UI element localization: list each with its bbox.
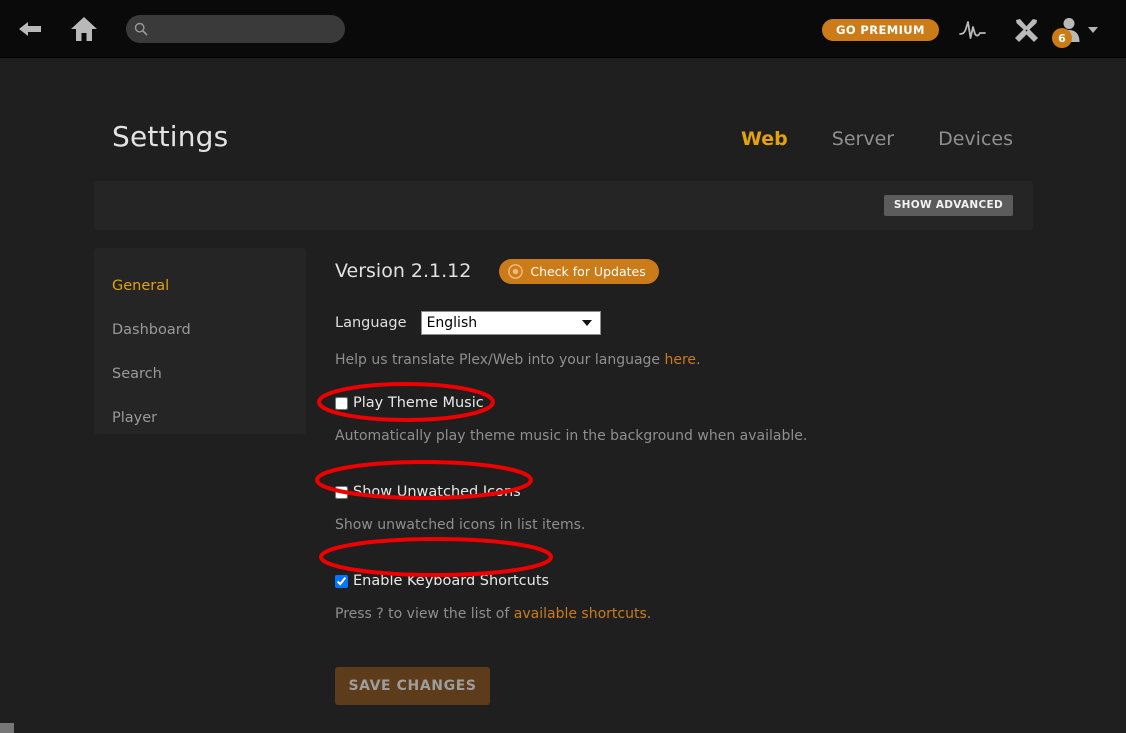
sidebar-item-dashboard[interactable]: Dashboard: [94, 308, 306, 352]
enable-keyboard-shortcuts-label[interactable]: Enable Keyboard Shortcuts: [353, 573, 549, 589]
back-button[interactable]: [14, 14, 46, 44]
horizontal-scrollbar-thumb[interactable]: [0, 723, 14, 733]
home-button[interactable]: [67, 12, 101, 46]
check-for-updates-label: Check for Updates: [530, 263, 646, 279]
option-row-enable-keyboard-shortcuts: Enable Keyboard Shortcuts: [335, 573, 1035, 589]
arrow-left-icon: [19, 22, 41, 36]
available-shortcuts-link[interactable]: available shortcuts: [514, 606, 647, 622]
version-label: Version 2.1.12: [335, 260, 472, 282]
chevron-down-icon: [1088, 27, 1098, 33]
go-premium-button[interactable]: GO PREMIUM: [822, 19, 939, 41]
version-row: Version 2.1.12 Check for Updates: [335, 258, 1035, 284]
show-advanced-button[interactable]: SHOW ADVANCED: [883, 195, 1013, 216]
activity-pulse-icon: [959, 21, 986, 39]
page-header-region: Settings Web Server Devices: [0, 58, 1126, 181]
sidebar-item-search[interactable]: Search: [94, 352, 306, 396]
settings-content: Version 2.1.12 Check for Updates Languag…: [335, 258, 1035, 705]
user-menu[interactable]: 6: [1052, 12, 1098, 48]
sidebar-item-player[interactable]: Player: [94, 396, 306, 440]
sidebar-item-general[interactable]: General: [94, 264, 306, 308]
show-unwatched-icons-description: Show unwatched icons in list items.: [335, 517, 586, 533]
language-row: Language English: [335, 311, 1035, 335]
check-for-updates-button[interactable]: Check for Updates: [499, 258, 659, 284]
show-unwatched-icons-checkbox[interactable]: [335, 485, 348, 499]
settings-sidebar: General Dashboard Search Player: [94, 248, 306, 434]
enable-keyboard-shortcuts-description: Press ? to view the list of available sh…: [335, 606, 1035, 622]
show-unwatched-icons-label[interactable]: Show Unwatched Icons: [353, 484, 521, 500]
wrench-tools-icon: [1015, 19, 1038, 42]
enable-keyboard-shortcuts-checkbox[interactable]: [335, 574, 348, 588]
translate-help-text: Help us translate Plex/Web into your lan…: [335, 352, 1035, 368]
translate-help-prefix: Help us translate Plex/Web into your lan…: [335, 352, 665, 368]
tab-server[interactable]: Server: [832, 128, 894, 150]
user-notification-badge: 6: [1052, 28, 1072, 48]
language-label: Language: [335, 315, 407, 331]
language-select[interactable]: English: [420, 311, 601, 335]
activity-button[interactable]: [957, 14, 989, 46]
translate-help-suffix: .: [696, 352, 701, 368]
language-select-wrapper: English: [420, 311, 601, 335]
shortcuts-description-suffix: .: [646, 606, 652, 622]
translate-here-link[interactable]: here: [665, 352, 697, 368]
tab-web[interactable]: Web: [741, 128, 788, 150]
advanced-toolbar: SHOW ADVANCED: [94, 181, 1033, 230]
tools-button[interactable]: [1011, 14, 1043, 46]
save-changes-button[interactable]: SAVE CHANGES: [335, 667, 490, 705]
home-icon: [71, 17, 97, 41]
page-title: Settings: [112, 120, 229, 153]
search-box[interactable]: [126, 15, 345, 43]
settings-tabs: Web Server Devices: [741, 128, 1013, 150]
shortcuts-description-prefix: Press ? to view the list of: [335, 606, 514, 622]
search-icon: [126, 22, 156, 36]
play-theme-music-label[interactable]: Play Theme Music: [353, 395, 484, 411]
option-row-play-theme-music: Play Theme Music: [335, 395, 1035, 411]
tab-devices[interactable]: Devices: [938, 128, 1013, 150]
play-theme-music-checkbox[interactable]: [335, 396, 348, 410]
top-header-bar: GO PREMIUM 6: [0, 0, 1126, 58]
play-theme-music-description: Automatically play theme music in the ba…: [335, 428, 808, 444]
option-row-show-unwatched-icons: Show Unwatched Icons: [335, 484, 1035, 500]
refresh-circle-icon: [508, 263, 524, 279]
search-input[interactable]: [156, 15, 345, 43]
